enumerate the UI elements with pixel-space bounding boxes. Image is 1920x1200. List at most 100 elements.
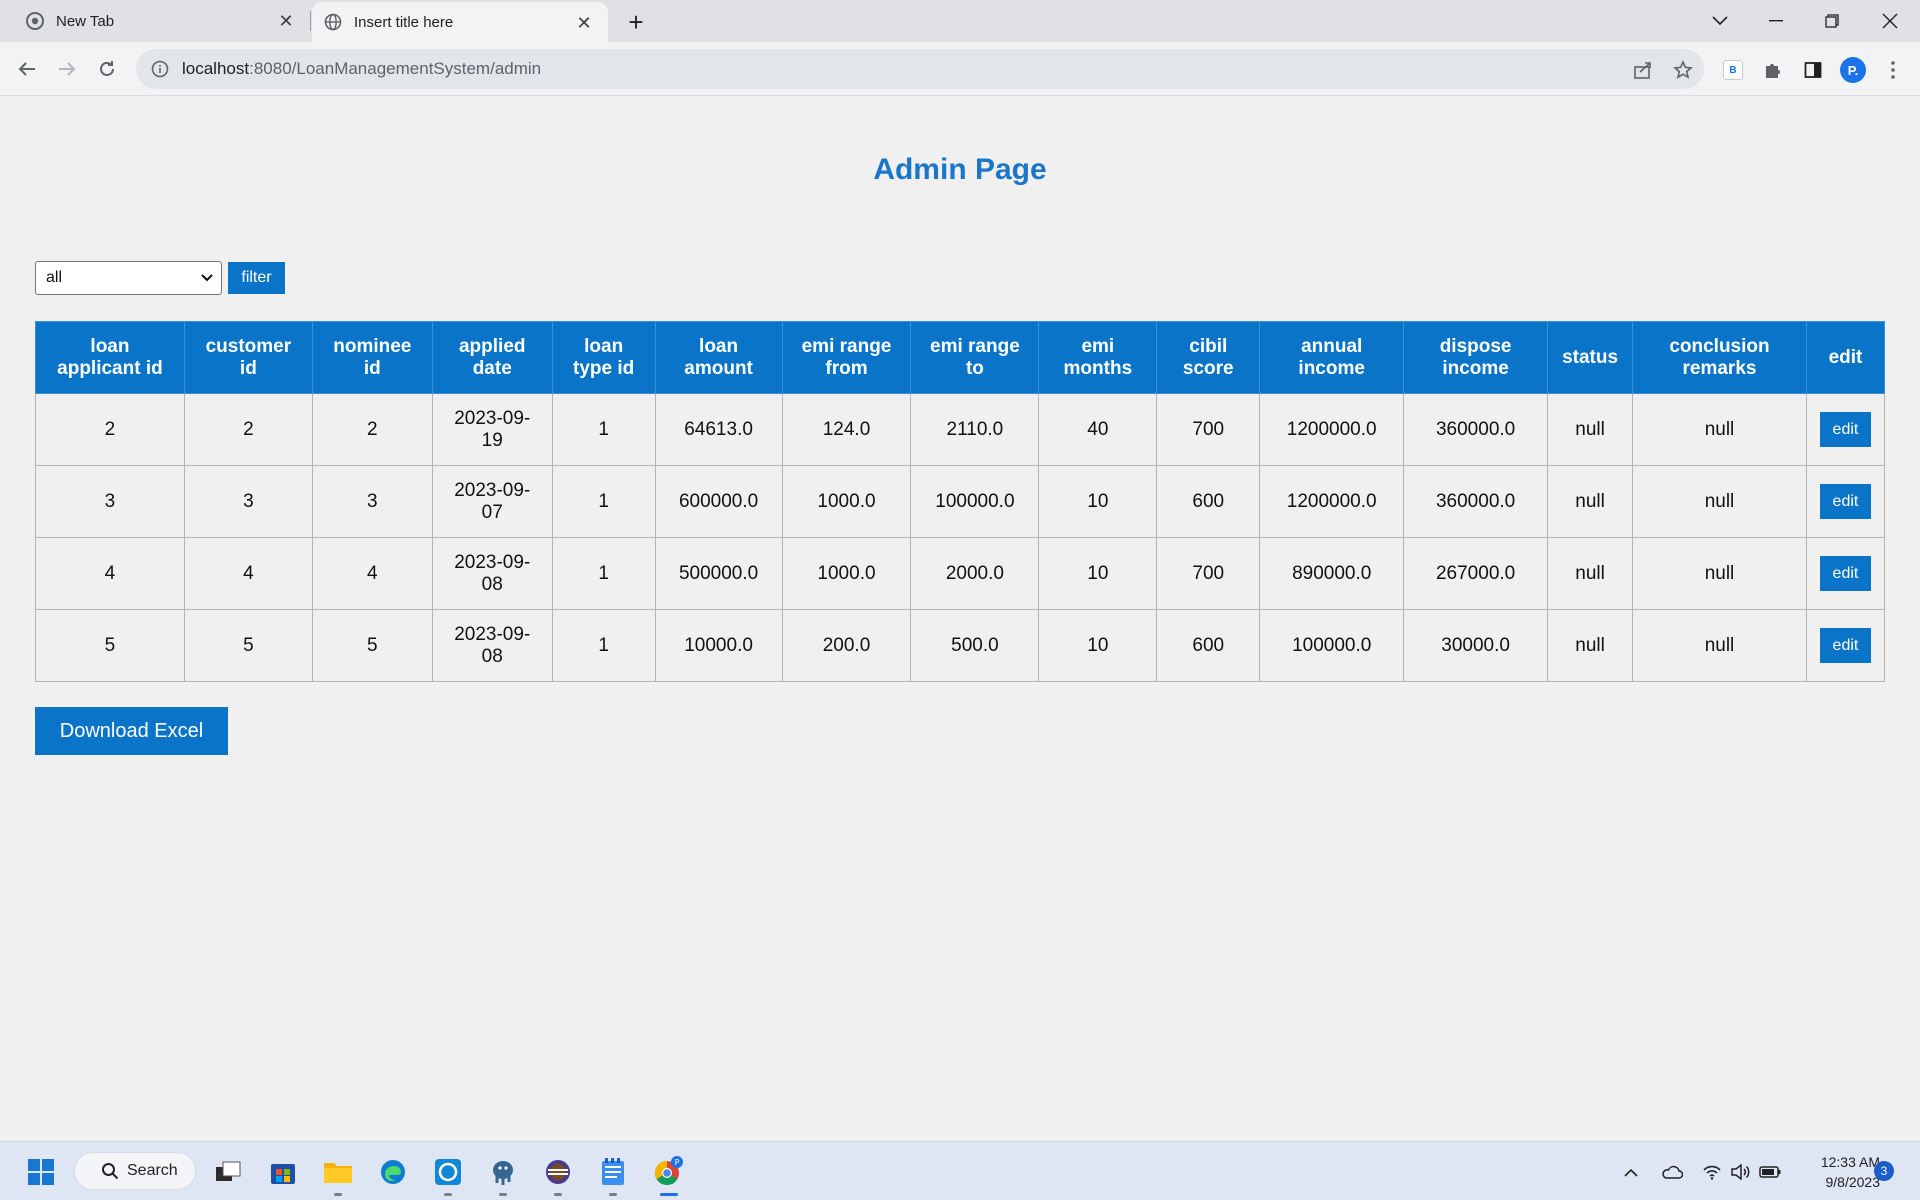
tab-close-icon[interactable]: ✕ (276, 11, 296, 31)
cell-value: 2023-09- 19 (454, 407, 531, 451)
edit-button[interactable]: edit (1819, 556, 1871, 591)
url-text: localhost:8080/LoanManagementSystem/admi… (182, 59, 541, 79)
edit-button[interactable]: edit (1819, 628, 1871, 663)
column-header-line: type id (573, 357, 635, 379)
show-hidden-icons-chevron[interactable] (1619, 1160, 1643, 1184)
windows-start-icon[interactable] (21, 1152, 61, 1192)
table-header: loan applicant id customer id nominee id appli… (35, 321, 1886, 394)
notification-badge[interactable]: 3 (1874, 1161, 1894, 1181)
cell-value: 1000.0 (817, 562, 876, 584)
table-cell: 100000.0 (910, 465, 1040, 538)
column-header-line: applicant id (57, 357, 163, 379)
browser-menu-icon[interactable] (1880, 57, 1906, 83)
status-filter-select[interactable]: all (35, 261, 222, 295)
bookmark-star-icon[interactable] (1670, 57, 1696, 83)
clock-date: 9/8/2023 (1825, 1174, 1881, 1190)
new-tab-plus-icon[interactable]: + (620, 6, 652, 38)
onedrive-cloud-icon[interactable] (1660, 1160, 1684, 1184)
column-header-line: emi (1081, 335, 1115, 357)
site-info-icon[interactable] (150, 59, 170, 79)
cell-value: 10000.0 (684, 634, 753, 656)
filter-button[interactable]: filter (228, 262, 285, 294)
profile-avatar[interactable]: P. (1840, 57, 1866, 83)
table-cell: 1 (551, 465, 656, 538)
chrome-taskbar-icon[interactable]: P (648, 1152, 688, 1196)
tab-divider (310, 11, 311, 31)
app-blue-circle-icon[interactable] (428, 1152, 468, 1196)
table-cell: 600 (1156, 465, 1261, 538)
download-excel-button[interactable]: Download Excel (35, 707, 228, 755)
search-label: Search (127, 1162, 178, 1179)
file-explorer-icon[interactable] (318, 1152, 358, 1196)
cell-value: 2 (243, 418, 254, 440)
extensions-puzzle-icon[interactable] (1760, 57, 1786, 83)
table-cell: 5 (311, 609, 433, 682)
cell-value: 30000.0 (1441, 634, 1510, 656)
column-header-line: annual (1301, 335, 1363, 357)
column-header-line: edit (1828, 346, 1863, 368)
side-panel-icon[interactable] (1800, 57, 1826, 83)
cell-value: 360000.0 (1435, 418, 1516, 440)
table-cell: 40 (1038, 393, 1158, 466)
cell-value: 3 (367, 490, 378, 512)
eclipse-ide-icon[interactable] (538, 1152, 578, 1196)
extension-b-icon[interactable]: B (1720, 57, 1746, 83)
microsoft-store-icon[interactable] (263, 1152, 303, 1192)
close-window-icon[interactable] (1862, 0, 1918, 42)
column-header-line: amount (684, 357, 753, 379)
cell-value: 1200000.0 (1286, 418, 1377, 440)
running-indicator (499, 1193, 507, 1196)
wifi-icon[interactable] (1700, 1160, 1724, 1184)
table-cell: 2023-09- 08 (431, 609, 553, 682)
column-header-line: from (825, 357, 868, 379)
running-indicator (444, 1193, 452, 1196)
reload-icon[interactable] (90, 52, 124, 86)
column-header-line: score (1182, 357, 1234, 379)
back-arrow-icon[interactable] (10, 52, 44, 86)
edit-button[interactable]: edit (1819, 484, 1871, 519)
cell-value: 3 (243, 490, 254, 512)
cell-value: null (1575, 490, 1605, 512)
column-header: emi range to (910, 321, 1040, 394)
cell-value: 2 (104, 418, 116, 440)
taskbar-search[interactable]: Search (74, 1152, 196, 1190)
taskbar-clock[interactable]: 12:33 AM 9/8/2023 (1790, 1152, 1880, 1192)
battery-icon[interactable] (1758, 1160, 1782, 1184)
column-header-line: to (965, 357, 984, 379)
cell-value: 500000.0 (678, 562, 759, 584)
cell-value: null (1704, 562, 1735, 584)
cell-value: 124.0 (822, 418, 871, 440)
postgresql-icon[interactable] (483, 1152, 523, 1196)
tab-insert-title[interactable]: Insert title here ✕ (312, 2, 608, 42)
table-cell: 5 (35, 609, 185, 682)
share-icon[interactable] (1630, 57, 1656, 83)
column-header-line: loan (90, 335, 130, 357)
tab-search-chevron-icon[interactable] (1692, 0, 1748, 42)
forward-arrow-icon[interactable] (50, 52, 84, 86)
column-header-line: remarks (1682, 357, 1757, 379)
table-row: 4 4 4 2023-09- 08 1 500000.0 1000.0 2000.0 10 700 8… (35, 537, 1886, 610)
notepad-icon[interactable] (593, 1152, 633, 1196)
table-cell: null (1547, 465, 1634, 538)
column-header: loan amount (654, 321, 783, 394)
table-cell: 10000.0 (654, 609, 783, 682)
minimize-icon[interactable] (1748, 0, 1804, 42)
table-cell: null (1547, 393, 1634, 466)
cell-value: 2023-09- 08 (454, 551, 531, 595)
edge-browser-icon[interactable] (373, 1152, 413, 1192)
column-header: customer id (183, 321, 313, 394)
table-cell: 1200000.0 (1259, 465, 1405, 538)
task-view-icon[interactable] (208, 1152, 248, 1192)
column-header-line: status (1562, 346, 1619, 368)
column-header-line: applied (458, 335, 526, 357)
column-header: loan type id (551, 321, 656, 394)
edit-button[interactable]: edit (1819, 412, 1871, 447)
tab-new-tab[interactable]: New Tab ✕ (0, 0, 310, 42)
svg-text:P: P (675, 1158, 680, 1167)
cell-value: 1 (598, 418, 609, 440)
restore-icon[interactable] (1804, 0, 1860, 42)
tab-close-icon[interactable]: ✕ (574, 13, 594, 33)
page-content: Admin Page all filter loan applicant id cu… (0, 97, 1920, 1141)
volume-icon[interactable] (1728, 1160, 1752, 1184)
address-bar[interactable]: localhost:8080/LoanManagementSystem/admi… (136, 49, 1704, 89)
